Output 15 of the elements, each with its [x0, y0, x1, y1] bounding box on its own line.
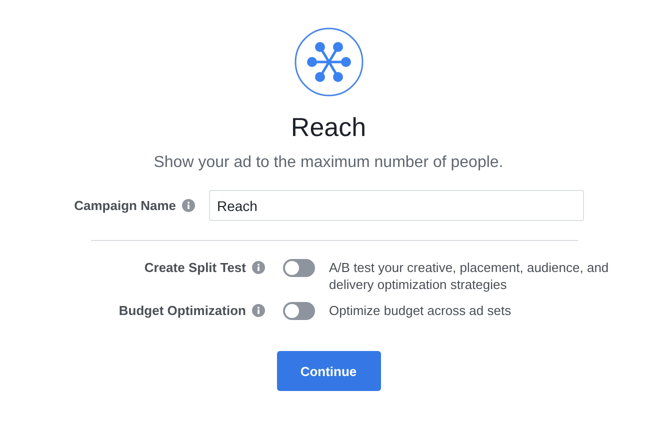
- option-label: Create Split Test: [144, 260, 246, 275]
- toggle-switch[interactable]: [283, 302, 315, 320]
- info-icon[interactable]: [182, 199, 195, 212]
- toggle-switch[interactable]: [283, 259, 315, 277]
- info-icon[interactable]: [252, 261, 265, 274]
- option-label: Budget Optimization: [118, 303, 246, 318]
- objective-title: Reach: [290, 111, 366, 143]
- objective-description: Show your ad to the maximum number of people.: [154, 153, 504, 173]
- option-description: Optimize budget across ad sets: [329, 302, 512, 319]
- option-description: A/B test your creative, placement, audience, and delivery optimization strategies: [329, 259, 609, 293]
- continue-button[interactable]: Continue: [276, 351, 380, 391]
- objective-icon: [294, 27, 364, 97]
- info-icon[interactable]: [252, 304, 265, 317]
- campaign-name-field[interactable]: Reach: [209, 190, 584, 221]
- field-label: Campaign Name: [74, 198, 176, 213]
